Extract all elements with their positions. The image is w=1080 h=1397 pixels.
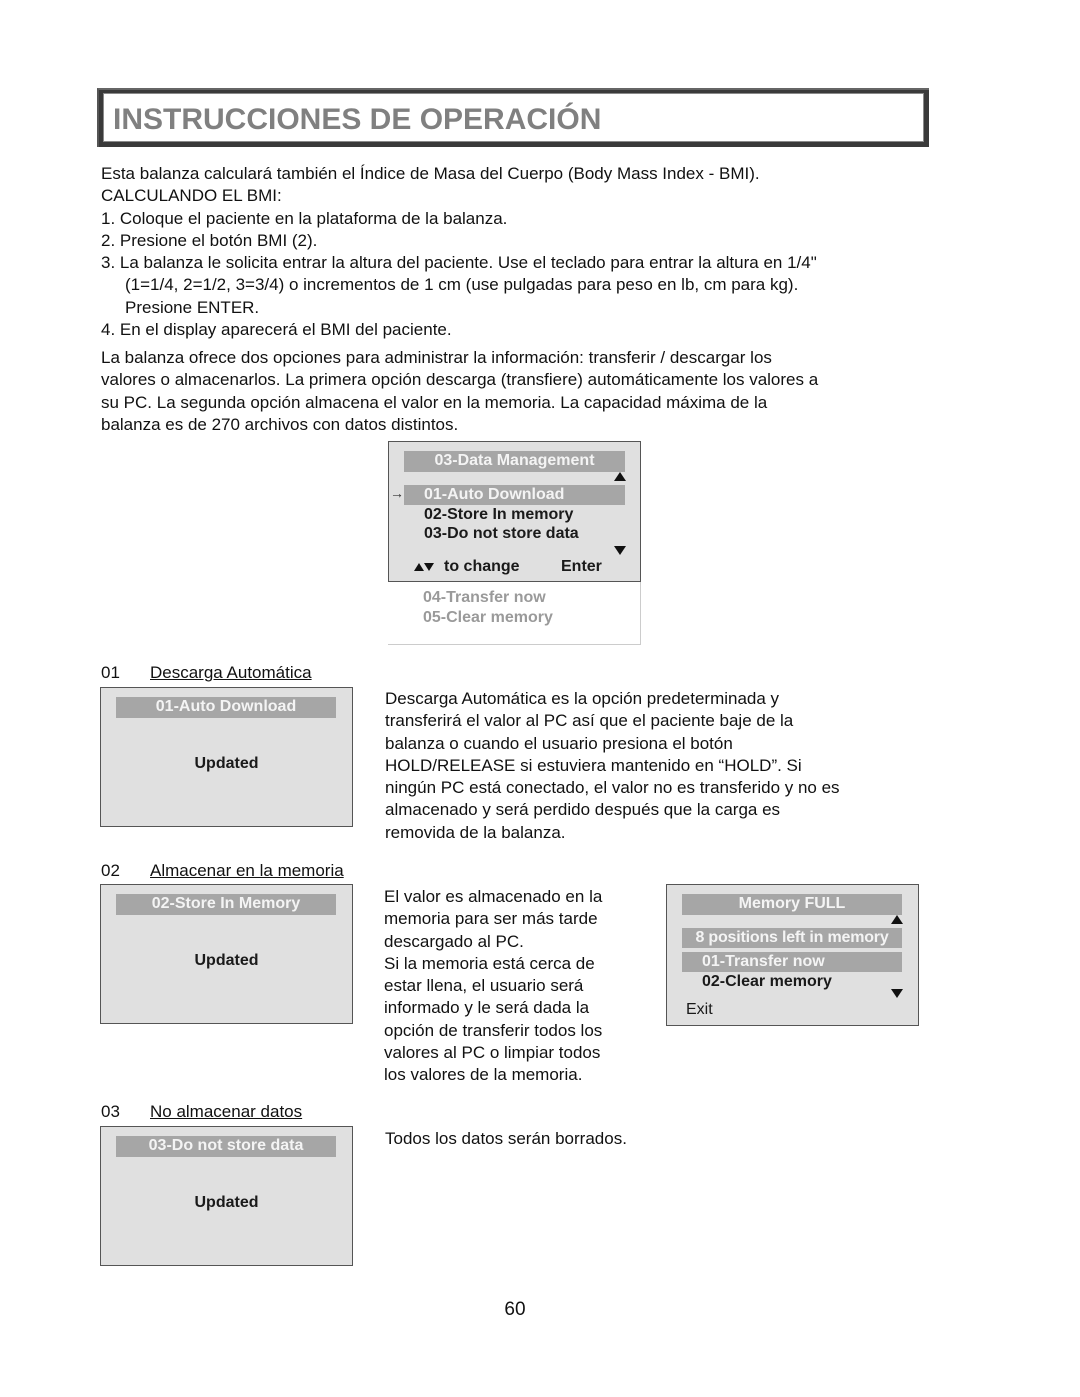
bmi-heading: CALCULANDO EL BMI: [101,186,282,206]
description-line: estar llena, el usuario será [384,976,584,996]
page-title-box: INSTRUCCIONES DE OPERACIÓN [97,88,929,147]
step-4: 4. En el display aparecerá el BMI del pa… [101,320,452,340]
description-line: almacenado y será perdido después que la… [385,800,781,820]
intro-line: Esta balanza calculará también el Índice… [101,164,760,183]
scroll-up-icon [614,472,626,481]
scroll-up-icon [891,915,903,924]
menu-footer [414,560,434,578]
store-in-memory-screen: 02-Store In Memory Updated [100,884,353,1024]
screen-header: 03-Do not store data [116,1136,336,1157]
description-line: Si la memoria está cerca de [384,953,595,973]
section-03-description: Todos los datos serán borrados. [385,1128,627,1150]
intro-text: Esta balanza calculará también el Índice… [101,163,817,341]
menu-item-auto-download[interactable]: 01-Auto Download [404,485,625,505]
arrow-down-icon [424,563,434,571]
page-title: INSTRUCCIONES DE OPERACIÓN [113,103,602,136]
description-line: opción de transferir todos los [384,1020,603,1040]
description-line: El valor es almacenado en la [384,887,603,906]
step-3-enter: Presione ENTER. [125,297,260,317]
description-line: memoria para ser más tarde [384,909,598,929]
menu-item-clear-memory[interactable]: 02-Clear memory [702,972,832,992]
section-title: Almacenar en la memoria [150,861,344,880]
memory-full-screen: Memory FULL 8 positions left in memory 0… [666,884,919,1026]
description-line: los valores de la memoria. [384,1065,583,1085]
scroll-down-icon [614,546,626,555]
description-line: Descarga Automática es la opción predete… [385,689,780,708]
menu-item-store-in-memory[interactable]: 02-Store In memory [424,505,573,525]
menu-item-transfer-now: 04-Transfer now [423,589,546,606]
description-line: ningún PC está conectado, el valor no es… [385,778,840,798]
right-arrow-pointer-icon: → [390,485,404,501]
screen-status: Updated [194,1194,259,1211]
positions-left-notice: 8 positions left in memory [682,928,902,948]
page-title-inner: INSTRUCCIONES DE OPERACIÓN [103,93,924,142]
description-line: descargado al PC. [384,931,524,951]
step-3-cont: (1=1/4, 2=1/2, 3=3/4) o incrementos de 1… [125,275,799,295]
section-01-description: Descarga Automática es la opción predete… [385,688,840,844]
exit-option[interactable]: Exit [686,1000,713,1020]
data-management-diagram: 03-Data Management → 01-Auto Download 02… [388,441,641,645]
menu-header: 03-Data Management [404,451,625,472]
screen-header: 01-Auto Download [116,697,336,718]
step-3: 3. La balanza le solicita entrar la altu… [101,253,817,273]
options-line: valores o almacenarlos. La primera opció… [101,370,819,390]
options-text: La balanza ofrece dos opciones para admi… [101,347,818,436]
screen-status: Updated [194,952,259,969]
options-line: su PC. La segunda opción almacena el val… [101,392,768,412]
section-number: 01 [101,663,120,682]
footer-to-change: to change [444,558,520,575]
options-line: balanza es de 270 archivos con datos dis… [101,414,459,434]
section-02-header: 02 Almacenar en la memoria [101,861,381,883]
menu-item-do-not-store[interactable]: 03-Do not store data [424,524,579,544]
hidden-menu-items: 04-Transfer now 05-Clear memory [388,582,641,645]
description-line: removida de la balanza. [385,822,566,842]
do-not-store-screen: 03-Do not store data Updated [100,1126,353,1266]
step-1: 1. Coloque el paciente en la plataforma … [101,208,508,228]
step-2: 2. Presione el botón BMI (2). [101,230,318,250]
arrow-up-icon [414,563,424,571]
footer-enter[interactable]: Enter [561,557,602,577]
section-number: 03 [101,1102,120,1121]
screen-status: Updated [194,755,259,772]
memory-full-header: Memory FULL [682,894,902,915]
section-title: No almacenar datos [150,1102,303,1121]
scroll-down-icon [891,989,903,998]
description-line: informado y le será dada la [384,998,590,1018]
section-02-description: El valor es almacenado en la memoria par… [384,886,602,1087]
description-line: valores al PC o limpiar todos [384,1043,601,1063]
menu-item-clear-memory: 05-Clear memory [423,609,553,626]
auto-download-screen: 01-Auto Download Updated [100,687,353,827]
section-03-header: 03 No almacenar datos [101,1102,381,1124]
description-line: Todos los datos serán borrados. [385,1129,627,1148]
options-line: La balanza ofrece dos opciones para admi… [101,348,772,367]
section-title: Descarga Automática [150,663,312,682]
description-line: HOLD/RELEASE si estuviera mantenido en “… [385,755,802,775]
page-number: 60 [504,1299,526,1320]
menu-item-transfer-now[interactable]: 01-Transfer now [682,952,902,972]
description-line: transferirá el valor al PC así que el pa… [385,711,794,731]
screen-header: 02-Store In Memory [116,894,336,915]
description-line: balanza o cuando el usuario presiona el … [385,733,733,753]
section-01-header: 01 Descarga Automática [101,663,381,685]
data-management-screen: 03-Data Management → 01-Auto Download 02… [388,441,641,582]
section-number: 02 [101,861,120,880]
